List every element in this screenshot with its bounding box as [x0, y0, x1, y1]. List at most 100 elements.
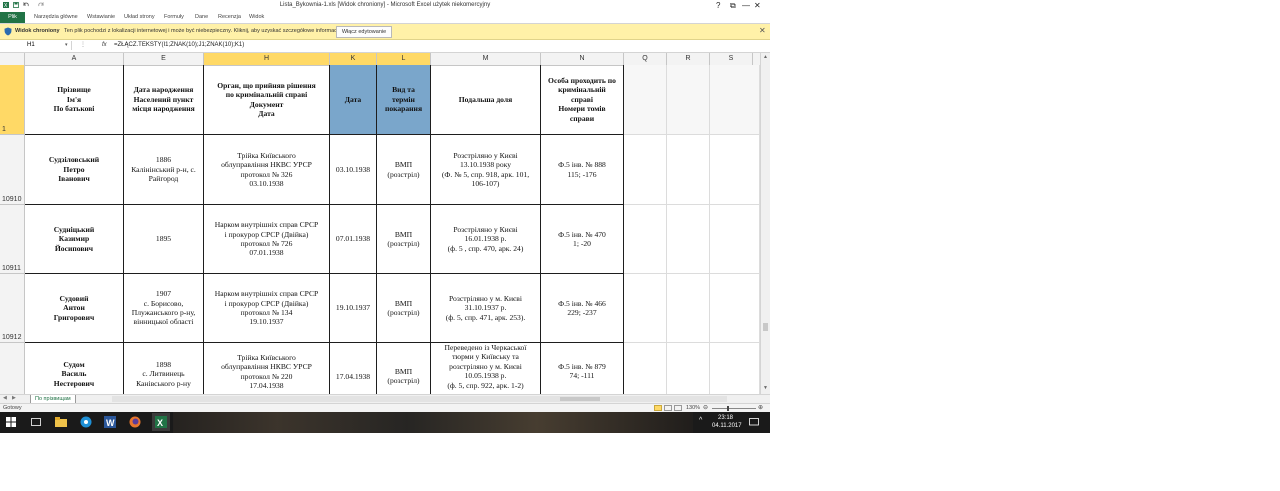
excel-icon[interactable]: X	[152, 413, 170, 431]
tab-review[interactable]: Recenzja	[218, 12, 241, 23]
tab-data[interactable]: Dane	[195, 12, 208, 23]
empty-cell[interactable]	[624, 274, 667, 343]
header-cell-name[interactable]: Прізвище Ім'я По батькові	[25, 65, 124, 135]
column-header-a[interactable]: A	[25, 53, 124, 65]
column-header-r[interactable]: R	[667, 53, 710, 65]
row-header[interactable]: 10911	[0, 205, 25, 274]
name-box[interactable]: H1	[0, 41, 72, 50]
empty-cell[interactable]	[667, 205, 710, 274]
name-cell[interactable]: Судніцький Казимир Йосипович	[25, 205, 124, 274]
clock-time[interactable]: 23:18	[718, 415, 733, 421]
column-header-n[interactable]: N	[541, 53, 624, 65]
page-break-view-icon[interactable]	[674, 405, 682, 411]
column-header-m[interactable]: M	[431, 53, 541, 65]
empty-cell[interactable]	[710, 274, 760, 343]
column-header-e[interactable]: E	[124, 53, 204, 65]
page-layout-view-icon[interactable]	[664, 405, 672, 411]
task-view-icon[interactable]	[29, 415, 43, 429]
empty-cell[interactable]	[710, 65, 760, 135]
fate-cell[interactable]: Розстріляно у Києві 13.10.1938 року (Ф. …	[431, 135, 541, 205]
header-cell-birth[interactable]: Дата народження Населений пункт місця на…	[124, 65, 204, 135]
horizontal-scrollbar[interactable]	[112, 396, 727, 402]
name-box-dropdown-icon[interactable]: ▾	[65, 41, 68, 50]
horizontal-scrollbar-thumb[interactable]	[560, 397, 600, 401]
firefox-icon[interactable]	[128, 415, 142, 429]
insert-function-button[interactable]: fx	[102, 41, 107, 50]
row-header[interactable]: 10910	[0, 135, 25, 205]
normal-view-icon[interactable]	[654, 405, 662, 411]
date-cell[interactable]: 07.01.1938	[330, 205, 377, 274]
scroll-down-icon[interactable]: ▼	[763, 385, 768, 391]
close-message-bar-button[interactable]: ✕	[759, 26, 766, 35]
clock-date[interactable]: 04.11.2017	[712, 423, 742, 429]
file-explorer-icon[interactable]	[54, 415, 68, 429]
sentence-cell[interactable]: ВМП (розстріл)	[377, 135, 431, 205]
authority-cell[interactable]: Нарком внутрішніх справ СРСР і прокурор …	[204, 274, 330, 343]
column-header-l[interactable]: L	[377, 53, 431, 65]
windows-start-icon[interactable]	[4, 415, 18, 429]
case-cell[interactable]: Ф.5 інв. № 470 1; -20	[541, 205, 624, 274]
tab-file[interactable]: Plik	[0, 12, 25, 23]
sentence-cell[interactable]: ВМП (розстріл)	[377, 274, 431, 343]
header-cell-case[interactable]: Особа проходить по кримінальній справі Н…	[541, 65, 624, 135]
tab-insert[interactable]: Wstawianie	[87, 12, 115, 23]
empty-cell[interactable]	[624, 205, 667, 274]
birth-cell[interactable]: 1895	[124, 205, 204, 274]
tab-view[interactable]: Widok	[249, 12, 264, 23]
column-header-q[interactable]: Q	[624, 53, 667, 65]
birth-cell[interactable]: 1886 Калінінський р-н, с. Райгород	[124, 135, 204, 205]
close-window-button[interactable]: ✕	[754, 1, 761, 11]
row-header[interactable]: 10912	[0, 274, 25, 343]
vertical-scrollbar[interactable]: ▲ ▼	[760, 53, 770, 394]
date-cell[interactable]: 03.10.1938	[330, 135, 377, 205]
zoom-slider-thumb[interactable]	[727, 406, 729, 411]
empty-cell[interactable]	[710, 135, 760, 205]
ribbon-display-button[interactable]: ⧉	[730, 1, 736, 11]
empty-cell[interactable]	[624, 135, 667, 205]
minimize-button[interactable]: —	[742, 1, 750, 11]
authority-cell[interactable]: Трійка Київського облуправління НКВС УРС…	[204, 135, 330, 205]
store-icon[interactable]	[79, 415, 93, 429]
column-header-s[interactable]: S	[710, 53, 753, 65]
tab-page-layout[interactable]: Układ strony	[124, 12, 155, 23]
row-header-1[interactable]: 1	[0, 65, 25, 135]
header-cell-sentence[interactable]: Вид та термін покарання	[377, 65, 431, 135]
scrollbar-thumb[interactable]	[763, 323, 768, 331]
name-cell[interactable]: Судовий Антон Григорович	[25, 274, 124, 343]
empty-cell[interactable]	[624, 65, 667, 135]
zoom-level[interactable]: 130%	[686, 405, 700, 411]
empty-cell[interactable]	[667, 135, 710, 205]
header-cell-fate[interactable]: Подальша доля	[431, 65, 541, 135]
name-cell[interactable]: Судзіловський Петро Іванович	[25, 135, 124, 205]
empty-cell[interactable]	[667, 65, 710, 135]
zoom-in-icon[interactable]: ⊕	[758, 404, 763, 411]
enable-editing-button[interactable]: Włącz edytowanie	[336, 26, 392, 38]
fate-cell[interactable]: Розстріляно у м. Києві 31.10.1937 р. (ф.…	[431, 274, 541, 343]
birth-cell[interactable]: 1907 с. Борисово, Плужанського р-ну, він…	[124, 274, 204, 343]
scroll-up-icon[interactable]: ▲	[763, 54, 768, 60]
fate-cell[interactable]: Розстріляно у Києві 16.01.1938 р. (ф. 5 …	[431, 205, 541, 274]
tab-home[interactable]: Narzędzia główne	[34, 12, 78, 23]
next-sheet-icon[interactable]: ▶	[12, 395, 16, 401]
zoom-out-icon[interactable]: ⊖	[703, 404, 708, 411]
case-cell[interactable]: Ф.5 інв. № 888 115; -176	[541, 135, 624, 205]
empty-cell[interactable]	[667, 274, 710, 343]
help-button[interactable]: ?	[716, 1, 720, 11]
notifications-icon[interactable]	[749, 418, 759, 427]
case-cell[interactable]: Ф.5 інв. № 466 229; -237	[541, 274, 624, 343]
system-tray-chevron-icon[interactable]: ^	[699, 417, 702, 424]
prev-sheet-icon[interactable]: ◀	[3, 395, 7, 401]
select-all-corner[interactable]	[0, 53, 25, 65]
authority-cell[interactable]: Нарком внутрішніх справ СРСР і прокурор …	[204, 205, 330, 274]
date-cell[interactable]: 19.10.1937	[330, 274, 377, 343]
protected-view-message[interactable]: Ten plik pochodzi z lokalizacji internet…	[64, 28, 343, 34]
header-cell-date[interactable]: Дата	[330, 65, 377, 135]
column-header-h[interactable]: H	[204, 53, 330, 65]
formula-input[interactable]: =ZŁĄCZ.TEKSTY(I1;ZNAK(10);J1;ZNAK(10);K1…	[114, 41, 244, 50]
header-cell-authority[interactable]: Орган, що прийняв рішення по кримінальні…	[204, 65, 330, 135]
tab-formulas[interactable]: Formuły	[164, 12, 184, 23]
column-header-k[interactable]: K	[330, 53, 377, 65]
empty-cell[interactable]	[710, 205, 760, 274]
word-icon[interactable]: W	[103, 415, 117, 429]
zoom-slider[interactable]	[712, 408, 756, 409]
